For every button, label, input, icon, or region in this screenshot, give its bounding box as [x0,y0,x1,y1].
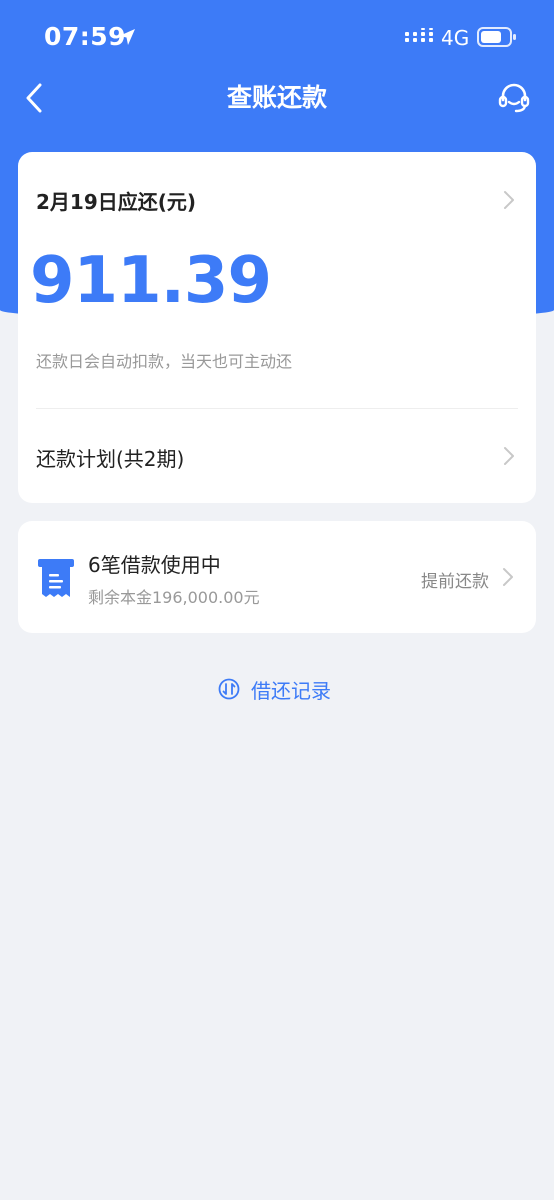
chevron-right-icon [503,568,513,586]
network-type: 4G [441,26,470,50]
active-loans-title: 6笔借款使用中 [88,553,221,577]
loan-document-icon [38,559,74,597]
chevron-right-icon [504,191,514,209]
due-header[interactable]: 2月19日应还(元) [18,152,536,242]
borrow-repay-history-link[interactable]: 借还记录 [218,670,348,706]
remaining-principal: 剩余本金196,000.00元 [88,588,260,607]
page-title: 查账还款 [226,83,327,112]
history-label: 借还记录 [251,679,331,703]
chevron-right-icon [504,447,514,465]
loan-card[interactable]: 6笔借款使用中 剩余本金196,000.00元 提前还款 [18,521,536,633]
customer-service-icon[interactable] [496,80,532,116]
prepay-button[interactable]: 提前还款 [413,559,523,595]
location-arrow-icon [119,29,135,45]
auto-debit-note: 还款日会自动扣款，当天也可主动还 [36,352,293,371]
exchange-icon [218,678,240,700]
prepay-label: 提前还款 [421,572,489,592]
due-card: 2月19日应还(元) 911.39 还款日会自动扣款，当天也可主动还 还款计划(… [18,152,536,503]
due-date-label: 2月19日应还(元) [36,190,197,214]
repayment-plan-row[interactable]: 还款计划(共2期) [18,409,536,503]
due-amount: 911.39 [30,244,272,318]
status-bar: 07:59 4G [0,0,554,72]
battery-icon [477,27,516,47]
status-time: 07:59 [44,22,127,51]
signal-icon [405,28,433,42]
repayment-plan-label: 还款计划(共2期) [36,447,185,471]
